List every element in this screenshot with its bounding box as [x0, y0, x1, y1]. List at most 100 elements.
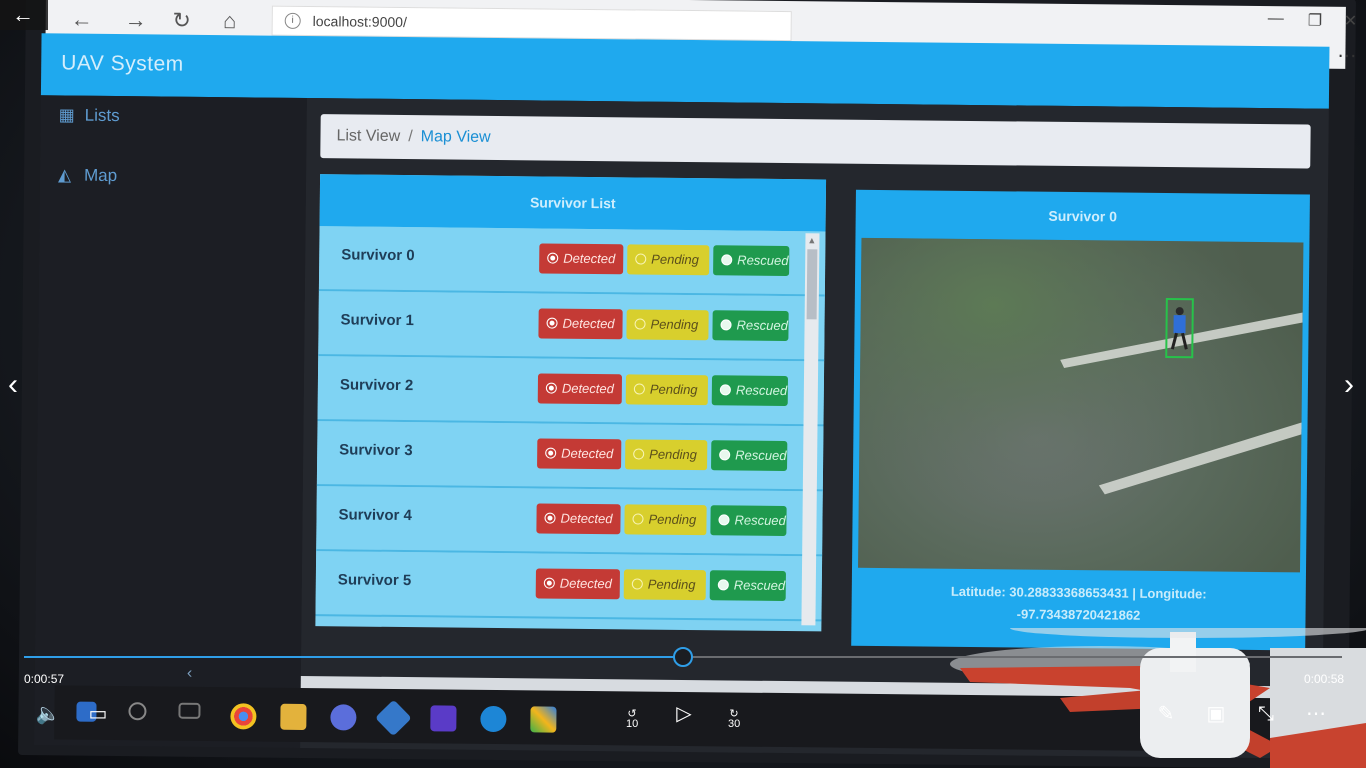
survivor-row[interactable]: Survivor 4 Detected Pending Rescued [316, 486, 823, 557]
status-pending-button[interactable]: Pending [623, 569, 706, 601]
browser-app-icon[interactable] [330, 704, 357, 731]
status-rescued-button[interactable]: Rescued [712, 310, 789, 342]
restore-icon[interactable]: ❐ [1308, 10, 1323, 30]
breadcrumb-list-view[interactable]: List View [336, 127, 400, 145]
mini-view-icon[interactable]: ▣ [1200, 700, 1232, 728]
status-pending-button[interactable]: Pending [627, 244, 710, 276]
status-rescued-button[interactable]: Rescued [711, 440, 788, 472]
status-label: Rescued [735, 447, 787, 464]
3d-cube-icon[interactable] [375, 699, 412, 737]
survivor-row[interactable]: Survivor 0 Detected Pending Rescued [318, 226, 826, 297]
back-arrow-icon[interactable]: ← [68, 5, 96, 33]
sidebar-item-lists[interactable]: ▦ Lists [59, 105, 120, 126]
sidebar-item-map[interactable]: ◭ Map [58, 165, 117, 186]
status-label: Pending [647, 576, 696, 593]
status-pending-button[interactable]: Pending [626, 309, 709, 341]
survivor-name: Survivor 1 [340, 311, 415, 330]
breadcrumb: List View / Map View [320, 114, 1311, 169]
radio-icon [545, 447, 557, 459]
status-pending-button[interactable]: Pending [625, 439, 708, 471]
edge-icon[interactable] [480, 705, 507, 733]
status-detected-button[interactable]: Detected [539, 243, 624, 275]
volume-icon[interactable]: 🔈 [32, 700, 64, 728]
app-title: UAV System [61, 51, 184, 76]
status-detected-button[interactable]: Detected [537, 438, 622, 470]
file-explorer-icon[interactable] [280, 703, 307, 731]
sidebar-item-label: Lists [84, 105, 120, 126]
status-label: Detected [561, 380, 614, 397]
drone-photo-overlay [950, 628, 1366, 768]
aerial-field-image [858, 237, 1304, 573]
status-detected-button[interactable]: Detected [538, 308, 623, 340]
more-options-icon[interactable]: ⋯ [1300, 700, 1332, 728]
status-rescued-button[interactable]: Rescued [710, 505, 787, 537]
status-label: Rescued [735, 382, 788, 399]
survivor-row[interactable]: Survivor 3 Detected Pending Rescued [316, 421, 824, 492]
status-rescued-button[interactable]: Rescued [711, 375, 789, 407]
skip-back-10-icon[interactable]: ↺ 10 [616, 700, 648, 730]
survivor-name: Survivor 2 [339, 376, 414, 395]
forward-arrow-icon[interactable]: → [122, 6, 150, 34]
elapsed-time: 0:00:57 [24, 672, 65, 686]
breadcrumb-map-view[interactable]: Map View [421, 128, 491, 146]
scrollbar-thumb[interactable] [806, 249, 818, 320]
status-label: Pending [648, 511, 697, 528]
status-label: Detected [561, 445, 614, 462]
survivor-row[interactable]: Survivor 5 Detected Pending Rescued [315, 551, 823, 622]
close-icon[interactable]: ✕ [1344, 11, 1358, 31]
sidebar-collapse-icon[interactable]: ‹ [187, 665, 193, 683]
status-rescued-button[interactable]: Rescued [709, 570, 786, 602]
refresh-icon[interactable]: ↻ [168, 7, 196, 35]
status-label: Rescued [737, 252, 789, 269]
survivor-name: Survivor 5 [337, 571, 412, 590]
seek-bar[interactable] [24, 647, 1342, 667]
seek-bar-progress [24, 656, 683, 658]
back-arrow-icon[interactable]: ← [12, 2, 34, 28]
minimize-icon[interactable]: — [1268, 10, 1284, 28]
radio-icon [718, 514, 730, 526]
status-label: Detected [562, 315, 615, 332]
sidebar-item-label: Map [83, 165, 118, 186]
video-frame: ← → ↻ ⌂ i localhost:9000/ — ❐ ✕ ▯ ☆ ✩ ✎ … [0, 0, 1366, 768]
radio-icon [719, 384, 731, 396]
more-menu-icon[interactable]: ⋯ [1337, 45, 1356, 68]
task-view-icon[interactable] [178, 702, 201, 719]
captions-icon[interactable]: ▭ [82, 700, 114, 728]
survivor-row[interactable]: Survivor 1 Detected Pending Rescued [318, 291, 825, 362]
skip-forward-30-icon[interactable]: ↻ 30 [718, 700, 750, 730]
next-chevron-icon[interactable]: › [1344, 368, 1354, 402]
status-detected-button[interactable]: Detected [537, 373, 623, 405]
exit-fullscreen-icon[interactable]: ⤡ [1250, 700, 1282, 728]
previous-chevron-icon[interactable]: ‹ [8, 368, 18, 402]
status-detected-button[interactable]: Detected [536, 503, 621, 535]
survivor-row[interactable]: Survivor 2 Detected Pending Rescued [317, 356, 825, 427]
survivor-name: Survivor 0 [341, 246, 415, 265]
sidebar: ▦ Lists ◭ Map [34, 95, 307, 748]
radio-icon [544, 512, 556, 524]
status-rescued-button[interactable]: Rescued [713, 245, 790, 277]
status-pending-button[interactable]: Pending [624, 504, 707, 536]
pen-edit-icon[interactable]: ✎ [1150, 700, 1182, 728]
seek-bar-thumb[interactable] [673, 647, 693, 667]
radio-icon [634, 318, 646, 330]
play-icon[interactable]: ▷ [668, 700, 700, 728]
list-icon: ▦ [58, 105, 75, 125]
home-icon[interactable]: ⌂ [216, 7, 244, 35]
status-label: Pending [650, 316, 699, 333]
status-label: Rescued [736, 317, 788, 334]
ide-icon[interactable] [430, 705, 457, 732]
radio-icon [632, 513, 644, 525]
app-diamond-icon[interactable] [530, 706, 557, 733]
radio-icon [633, 448, 645, 460]
status-label: Detected [560, 510, 613, 527]
survivor-name: Survivor 4 [338, 506, 412, 525]
area-chart-icon: ◭ [57, 165, 72, 185]
chrome-icon[interactable] [230, 703, 257, 730]
scroll-up-icon[interactable]: ▲ [807, 235, 816, 245]
status-detected-button[interactable]: Detected [535, 568, 620, 600]
radio-icon [545, 382, 557, 394]
search-circle-icon[interactable] [128, 702, 147, 721]
status-pending-button[interactable]: Pending [625, 374, 709, 406]
radio-icon [543, 577, 555, 589]
status-label: Detected [563, 250, 616, 267]
